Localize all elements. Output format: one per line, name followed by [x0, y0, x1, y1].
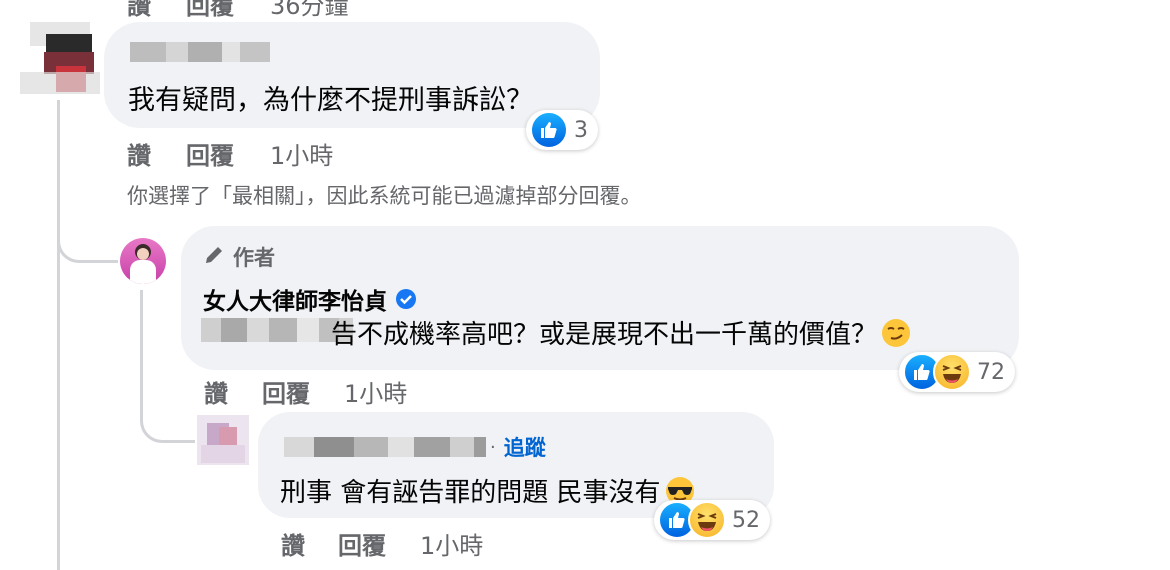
author-badge: 作者	[203, 242, 275, 272]
author-comment-bubble: 作者 女人大律師李怡貞 告不成機率高吧？或是展現不出一千萬的價值？	[181, 226, 1019, 370]
reaction-summary[interactable]: 3	[526, 110, 598, 150]
top-reply-button[interactable]: 回覆	[186, 0, 234, 21]
pencil-icon	[203, 244, 225, 270]
author-name[interactable]: 女人大律師李怡貞	[203, 282, 387, 316]
author-comment-text-row: 告不成機率高吧？或是展現不出一千萬的價值？	[331, 314, 911, 351]
dot-separator: ·	[490, 436, 496, 458]
avatar[interactable]	[20, 22, 100, 94]
reaction-count: 52	[732, 507, 760, 533]
author-badge-label: 作者	[233, 246, 275, 270]
thread-line-main	[57, 100, 60, 570]
timestamp[interactable]: 1小時	[270, 136, 333, 171]
follow-link[interactable]: 追蹤	[504, 432, 546, 462]
comment-text: 我有疑問，為什麼不提刑事訴訟？	[128, 85, 533, 116]
author-name-row: 女人大律師李怡貞	[203, 282, 417, 316]
laughing-face-icon	[688, 501, 726, 539]
reaction-count: 3	[574, 117, 588, 143]
thumbs-up-icon	[530, 111, 568, 149]
smirk-emoji-icon	[881, 318, 911, 348]
reply-text: 刑事 會有誣告罪的問題 民事沒有	[280, 478, 661, 508]
thread-curve-author	[57, 220, 118, 263]
top-like-button[interactable]: 讚	[127, 0, 151, 21]
laughing-face-icon	[933, 353, 971, 391]
like-button[interactable]: 讚	[204, 374, 228, 409]
verified-badge-icon	[395, 288, 417, 310]
top-timestamp[interactable]: 36分鐘	[270, 0, 349, 21]
reply-reaction-summary[interactable]: 52	[654, 500, 770, 540]
reply-avatar[interactable]	[197, 415, 249, 465]
reply-text-row: 刑事 會有誣告罪的問題 民事沒有	[280, 472, 695, 509]
author-comment-text: 告不成機率高吧？或是展現不出一千萬的價值？	[331, 320, 878, 350]
author-avatar[interactable]	[120, 238, 166, 284]
filter-notice: 你選擇了「最相關」，因此系統可能已過濾掉部分回覆。	[127, 184, 642, 208]
like-button[interactable]: 讚	[281, 526, 305, 561]
reaction-count: 72	[977, 359, 1005, 385]
author-reaction-summary[interactable]: 72	[899, 352, 1015, 392]
thread-line-author	[140, 290, 143, 410]
reply-name-row: · 追蹤	[284, 432, 546, 462]
comment-bubble: 我有疑問，為什麼不提刑事訴訟？	[104, 22, 600, 128]
timestamp[interactable]: 1小時	[344, 374, 407, 409]
like-button[interactable]: 讚	[127, 136, 151, 171]
thread-curve-nested	[140, 400, 195, 443]
reply-button[interactable]: 回覆	[186, 136, 234, 171]
replier-name-blurred[interactable]	[284, 437, 486, 457]
commenter-name-blurred[interactable]	[130, 42, 270, 62]
reply-button[interactable]: 回覆	[262, 374, 310, 409]
reply-button[interactable]: 回覆	[338, 526, 386, 561]
timestamp[interactable]: 1小時	[420, 526, 483, 561]
